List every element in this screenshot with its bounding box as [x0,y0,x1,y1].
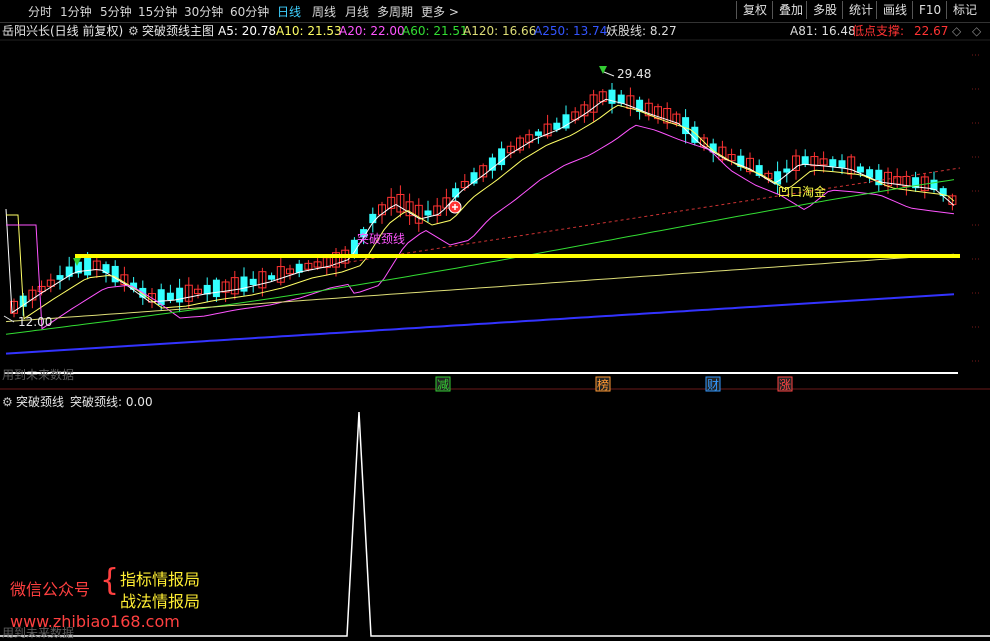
site-url: www.zhibiao168.com [10,612,180,631]
indicator-value: 突破颈线: 0.00 [70,395,153,409]
high-price-label: 29.48 [617,67,651,81]
event-label: 减 [437,378,449,392]
toolbar-button-3[interactable]: 统计 [842,1,879,19]
candle-down [856,166,864,173]
period-tab-8[interactable]: 月线 [345,3,369,20]
ma10-line [6,104,955,320]
period-tab-9[interactable]: 多周期 [377,3,413,20]
candle-down [452,188,460,198]
candle-down [56,275,64,280]
period-tab-1[interactable]: 1分钟 [60,3,92,20]
wechat-promo: 微信公众号 { 指标情报局 战法情报局 www.zhibiao168.com [10,566,230,636]
low-support-label: 低点支撑: [852,24,905,38]
toolbar-button-1[interactable]: 叠加 [772,1,809,19]
candle-down [212,279,220,298]
ma10-value: A10: 21.53 [276,24,342,38]
account-name-1: 指标情报局 [120,570,201,589]
candle-down [829,159,837,167]
candle-down [249,278,257,286]
a81-value: A81: 16.48 [790,24,856,38]
candle-down [102,264,110,274]
period-toolbar: 分时 1分钟 5分钟 15分钟 30分钟 60分钟 日线 周线 月线 多周期 更多 > 复权 叠加 多股统… [0,0,990,23]
period-tab-7[interactable]: 周线 [312,3,336,20]
period-tab-0[interactable]: 分时 [28,3,52,20]
indicator-name[interactable]: 突破颈线主图 [142,22,214,40]
indicator-gear-icon[interactable]: ⚙ [2,394,13,410]
candle-down [534,131,542,136]
period-tab-4[interactable]: 30分钟 [184,3,223,20]
brace-icon: { [100,563,120,598]
kline-chart-area[interactable]: 29.48 12.00 突破颈线 凹口淘金减 榜 财 涨 [0,0,990,639]
low-price-label: 12.00 [18,315,52,329]
ma5-value: A5: 20.78 [218,24,277,38]
event-label: 财 [707,378,719,392]
account-name-2: 战法情报局 [120,592,201,611]
future-data-watermark: 用到未来数据 [2,368,75,382]
candle-down [84,257,92,276]
gap-label: 凹口淘金 [778,184,826,199]
settings-gear-icon[interactable]: ⚙ [128,22,139,40]
candle-down [424,210,432,216]
ma20-value: A20: 22.00 [339,24,405,38]
ma120-value: A120: 16.66 [463,24,537,38]
high-price-pointer [603,71,615,77]
toolbar-button-4[interactable]: 画线 [876,1,913,19]
wechat-account-label: 微信公众号 [10,580,91,599]
yao-line-value: 妖股线: 8.27 [606,24,677,38]
indicator-title[interactable]: 突破颈线 [16,394,64,410]
ma250-line [5,293,955,355]
diamond-icon[interactable]: ◇ [952,22,961,40]
neckline-label: 突破颈线 [357,231,405,246]
event-label: 榜 [597,377,609,392]
toolbar-button-2[interactable]: 多股 [806,1,843,19]
candle-down [166,292,174,301]
ma5-line [5,98,955,314]
period-tab-10[interactable]: 更多 > [421,3,459,20]
candle-down [268,275,276,280]
period-tab-5[interactable]: 60分钟 [230,3,269,20]
toolbar-button-0[interactable]: 复权 [736,1,773,19]
candle-down [176,287,184,303]
candle-down [369,213,377,224]
candle-down [240,276,248,292]
period-tab-2[interactable]: 5分钟 [100,3,132,20]
ma60-value: A60: 21.51 [402,24,468,38]
event-label: 涨 [779,377,791,392]
ma250-value: A250: 13.74 [534,24,608,38]
support-dashed-line [329,167,961,266]
low-support-value: 22.67 [914,24,949,38]
toolbar-button-5[interactable]: F10 [912,1,947,19]
candle-down [801,156,809,165]
diamond-icon-2[interactable]: ◇ [972,22,981,40]
main-chart-info-bar: 岳阳兴长(日线 前复权) ⚙ 突破颈线主图 A5: 20.78 A10: 21.… [0,22,990,40]
period-tab-6[interactable]: 日线 [277,3,301,20]
period-tab-3[interactable]: 15分钟 [138,3,177,20]
candle-down [838,160,846,168]
toolbar-button-6[interactable]: 标记 [946,1,983,19]
stock-title[interactable]: 岳阳兴长(日线 前复权) [2,22,123,40]
